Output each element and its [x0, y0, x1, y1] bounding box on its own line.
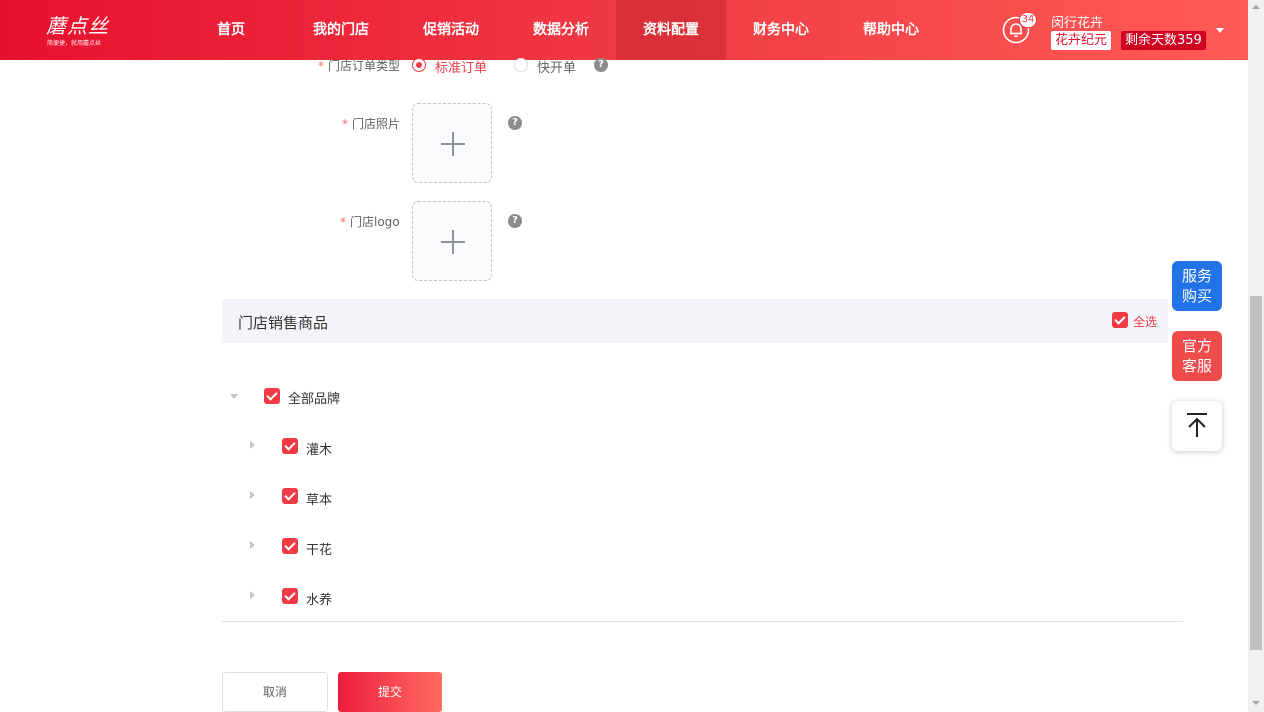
order-type-label: * 门店订单类型 — [318, 59, 401, 73]
support-line-1: 官方 — [1181, 337, 1212, 355]
tree-checkbox-shrubs[interactable] — [282, 438, 298, 454]
logo-slogan: 简便捷，就用蘑点丝 — [47, 40, 102, 47]
service-line-1: 服务 — [1181, 267, 1212, 285]
radio-standard-order[interactable] — [412, 58, 426, 72]
nav-data-config[interactable]: 资料配置 — [616, 0, 726, 60]
back-to-top-button[interactable] — [1172, 401, 1222, 451]
tree-expand-caret-icon[interactable] — [250, 541, 255, 549]
tree-label-all-brands[interactable]: 全部品牌 — [288, 388, 340, 407]
user-name[interactable]: 闵行花卉 — [1051, 12, 1103, 31]
store-logo-uploader[interactable] — [412, 201, 492, 281]
service-line-2: 购买 — [1181, 287, 1212, 305]
tree-label-hydroponic[interactable]: 水养 — [306, 589, 332, 608]
back-to-top-icon — [1187, 413, 1207, 437]
tree-checkbox-hydroponic[interactable] — [282, 588, 298, 604]
nav-promotions[interactable]: 促销活动 — [396, 0, 506, 60]
page-scrollbar[interactable] — [1248, 0, 1264, 712]
nav-data-analysis[interactable]: 数据分析 — [506, 0, 616, 60]
scroll-down-arrow-icon[interactable] — [1252, 701, 1260, 705]
tree-expand-caret-icon[interactable] — [250, 441, 255, 449]
store-products-header: 门店销售商品 — [222, 299, 1168, 343]
select-all-label[interactable]: 全选 — [1133, 313, 1157, 330]
section-title: 门店销售商品 — [238, 314, 329, 332]
tree-label-herbs[interactable]: 草本 — [306, 489, 332, 508]
cancel-button[interactable]: 取消 — [222, 672, 328, 712]
main-nav: 首页 我的门店 促销活动 数据分析 资料配置 财务中心 帮助中心 — [176, 0, 946, 60]
logo-text: 蘑点丝 — [46, 14, 109, 38]
nav-help-center[interactable]: 帮助中心 — [836, 0, 946, 60]
nav-finance-center[interactable]: 财务中心 — [726, 0, 836, 60]
nav-my-store[interactable]: 我的门店 — [286, 0, 396, 60]
support-line-2: 客服 — [1181, 357, 1212, 375]
submit-button[interactable]: 提交 — [338, 672, 442, 712]
tree-collapse-caret-icon[interactable] — [230, 394, 238, 399]
remaining-days-badge: 剩余天数359 — [1121, 31, 1206, 50]
top-header: 蘑点丝 简便捷，就用蘑点丝 首页 我的门店 促销活动 数据分析 资料配置 财务中… — [0, 0, 1248, 60]
store-logo-label: * 门店logo — [340, 215, 400, 229]
tree-label-shrubs[interactable]: 灌木 — [306, 439, 332, 458]
section-divider — [222, 621, 1183, 622]
store-logo-help-icon[interactable]: ? — [508, 214, 522, 228]
service-purchase-button[interactable]: 服务 购买 — [1172, 261, 1222, 311]
notification-badge: 34 — [1019, 12, 1037, 28]
tree-checkbox-all-brands[interactable] — [264, 388, 280, 404]
radio-standard-order-label[interactable]: 标准订单 — [435, 57, 487, 76]
scrollbar-thumb[interactable] — [1250, 296, 1262, 650]
brand-tag: 花卉纪元 — [1051, 31, 1112, 50]
radio-quick-order-label[interactable]: 快开单 — [537, 57, 576, 76]
user-menu-chevron-down-icon[interactable] — [1216, 28, 1224, 33]
store-photo-label: * 门店照片 — [342, 117, 401, 131]
order-type-help-icon[interactable]: ? — [594, 58, 608, 72]
tree-expand-caret-icon[interactable] — [250, 591, 255, 599]
tree-checkbox-dried-flowers[interactable] — [282, 538, 298, 554]
scroll-up-arrow-icon[interactable] — [1252, 5, 1260, 9]
store-photo-uploader[interactable] — [412, 103, 492, 183]
radio-quick-order[interactable] — [514, 58, 528, 72]
store-photo-help-icon[interactable]: ? — [508, 116, 522, 130]
nav-home[interactable]: 首页 — [176, 0, 286, 60]
tree-expand-caret-icon[interactable] — [250, 491, 255, 499]
select-all-checkbox[interactable] — [1112, 312, 1128, 328]
official-support-button[interactable]: 官方 客服 — [1172, 331, 1222, 381]
tree-checkbox-herbs[interactable] — [282, 488, 298, 504]
tree-label-dried-flowers[interactable]: 干花 — [306, 539, 332, 558]
brand-logo[interactable]: 蘑点丝 简便捷，就用蘑点丝 — [46, 10, 112, 50]
